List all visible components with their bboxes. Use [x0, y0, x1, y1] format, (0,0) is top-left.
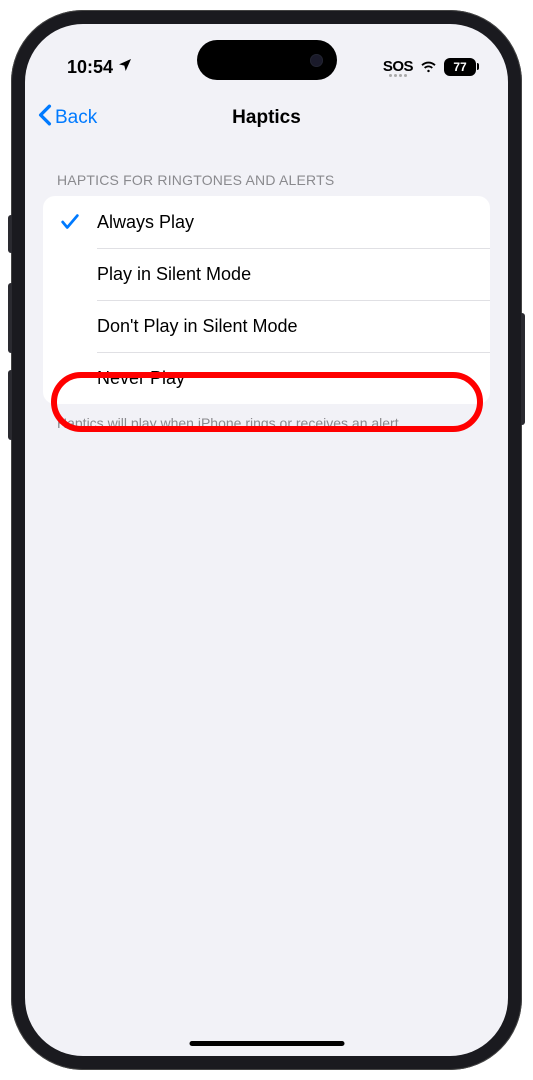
- section-footer: Haptics will play when iPhone rings or r…: [43, 404, 490, 433]
- option-label: Always Play: [97, 212, 194, 233]
- screen: 10:54 SOS 77: [25, 24, 508, 1056]
- power-button: [521, 313, 525, 425]
- dynamic-island: [197, 40, 337, 80]
- options-list: Always Play Play in Silent Mode Don't Pl…: [43, 196, 490, 404]
- wifi-icon: [419, 59, 438, 76]
- option-never-play[interactable]: Never Play: [43, 352, 490, 404]
- option-label: Play in Silent Mode: [97, 264, 251, 285]
- phone-frame: 10:54 SOS 77: [11, 10, 522, 1070]
- back-button[interactable]: Back: [37, 104, 97, 132]
- chevron-left-icon: [37, 104, 53, 132]
- signal-dots-icon: [389, 74, 407, 77]
- page-title: Haptics: [232, 107, 301, 129]
- section-header: HAPTICS FOR RINGTONES AND ALERTS: [43, 144, 490, 196]
- cellular-sos: SOS: [383, 58, 413, 77]
- status-left: 10:54: [67, 57, 133, 78]
- front-camera: [310, 54, 323, 67]
- home-indicator[interactable]: [189, 1041, 344, 1046]
- option-always-play[interactable]: Always Play: [43, 196, 490, 248]
- checkmark-icon: [59, 211, 97, 233]
- volume-up-button: [8, 283, 12, 353]
- option-label: Never Play: [97, 368, 185, 389]
- battery-percent: 77: [453, 60, 466, 74]
- option-label: Don't Play in Silent Mode: [97, 316, 298, 337]
- status-right: SOS 77: [383, 58, 476, 77]
- option-dont-play-silent[interactable]: Don't Play in Silent Mode: [43, 300, 490, 352]
- content: HAPTICS FOR RINGTONES AND ALERTS Always …: [25, 144, 508, 433]
- sos-text: SOS: [383, 58, 413, 75]
- nav-bar: Back Haptics: [25, 92, 508, 144]
- option-play-silent[interactable]: Play in Silent Mode: [43, 248, 490, 300]
- battery-icon: 77: [444, 58, 476, 76]
- volume-down-button: [8, 370, 12, 440]
- location-icon: [117, 57, 133, 78]
- status-time: 10:54: [67, 57, 113, 78]
- back-label: Back: [55, 107, 97, 129]
- silent-switch: [8, 215, 12, 253]
